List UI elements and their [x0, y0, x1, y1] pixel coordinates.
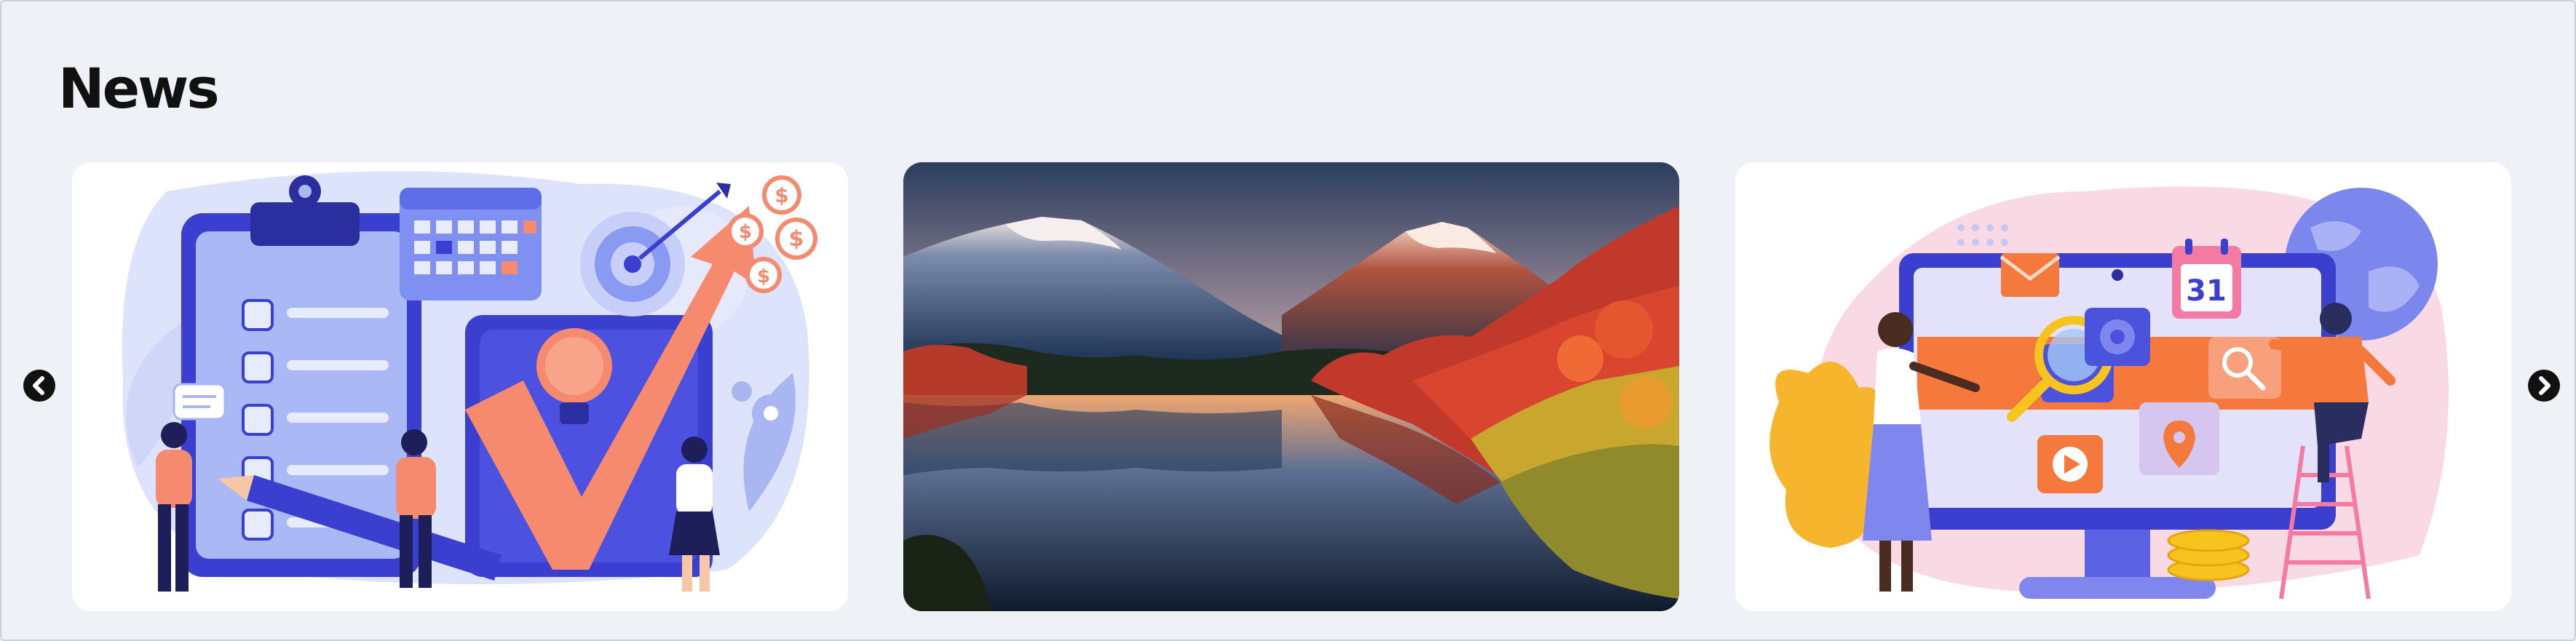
news-card-1[interactable]: $ $ $ $ — [72, 162, 848, 611]
svg-text:$: $ — [789, 226, 804, 252]
news-card-2[interactable] — [903, 162, 1679, 611]
svg-text:$: $ — [757, 266, 770, 287]
mountain-lake-landscape — [903, 162, 1679, 611]
planning-illustration: $ $ $ $ — [72, 162, 848, 611]
section-title: News — [58, 56, 220, 121]
news-card-3[interactable]: 31 — [1735, 162, 2511, 611]
digital-marketing-illustration: 31 — [1735, 162, 2511, 611]
chevron-left-icon — [33, 376, 44, 395]
svg-text:$: $ — [739, 221, 752, 243]
carousel-prev-button[interactable] — [23, 370, 55, 402]
news-section: News $ $ $ $ 31 — [0, 0, 2576, 641]
carousel-next-button[interactable] — [2528, 370, 2560, 402]
calendar-day-label: 31 — [2186, 274, 2227, 308]
svg-text:$: $ — [774, 183, 788, 207]
chevron-right-icon — [2539, 376, 2551, 395]
